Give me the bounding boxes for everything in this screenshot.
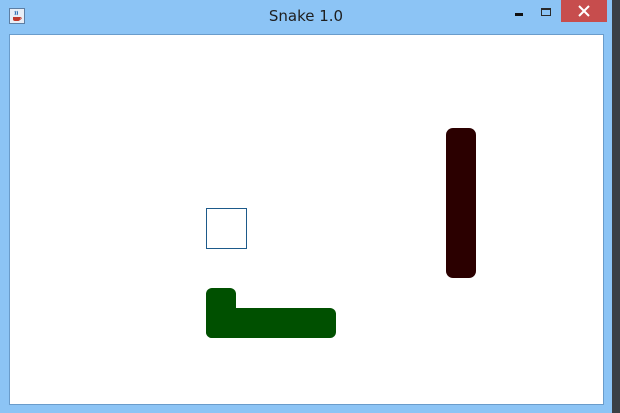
close-icon bbox=[578, 5, 590, 17]
close-button[interactable] bbox=[561, 0, 607, 22]
maximize-icon bbox=[541, 8, 551, 16]
title-bar[interactable]: Snake 1.0 bbox=[0, 0, 612, 33]
maximize-button[interactable] bbox=[533, 0, 561, 22]
opponent-snake bbox=[446, 128, 476, 278]
minimize-icon bbox=[515, 13, 523, 16]
player-snake-body bbox=[206, 308, 336, 338]
background-window-edge bbox=[612, 392, 620, 413]
game-canvas[interactable] bbox=[9, 34, 604, 405]
app-window: Snake 1.0 bbox=[0, 0, 612, 413]
food-square bbox=[206, 208, 247, 249]
minimize-button[interactable] bbox=[505, 0, 533, 22]
